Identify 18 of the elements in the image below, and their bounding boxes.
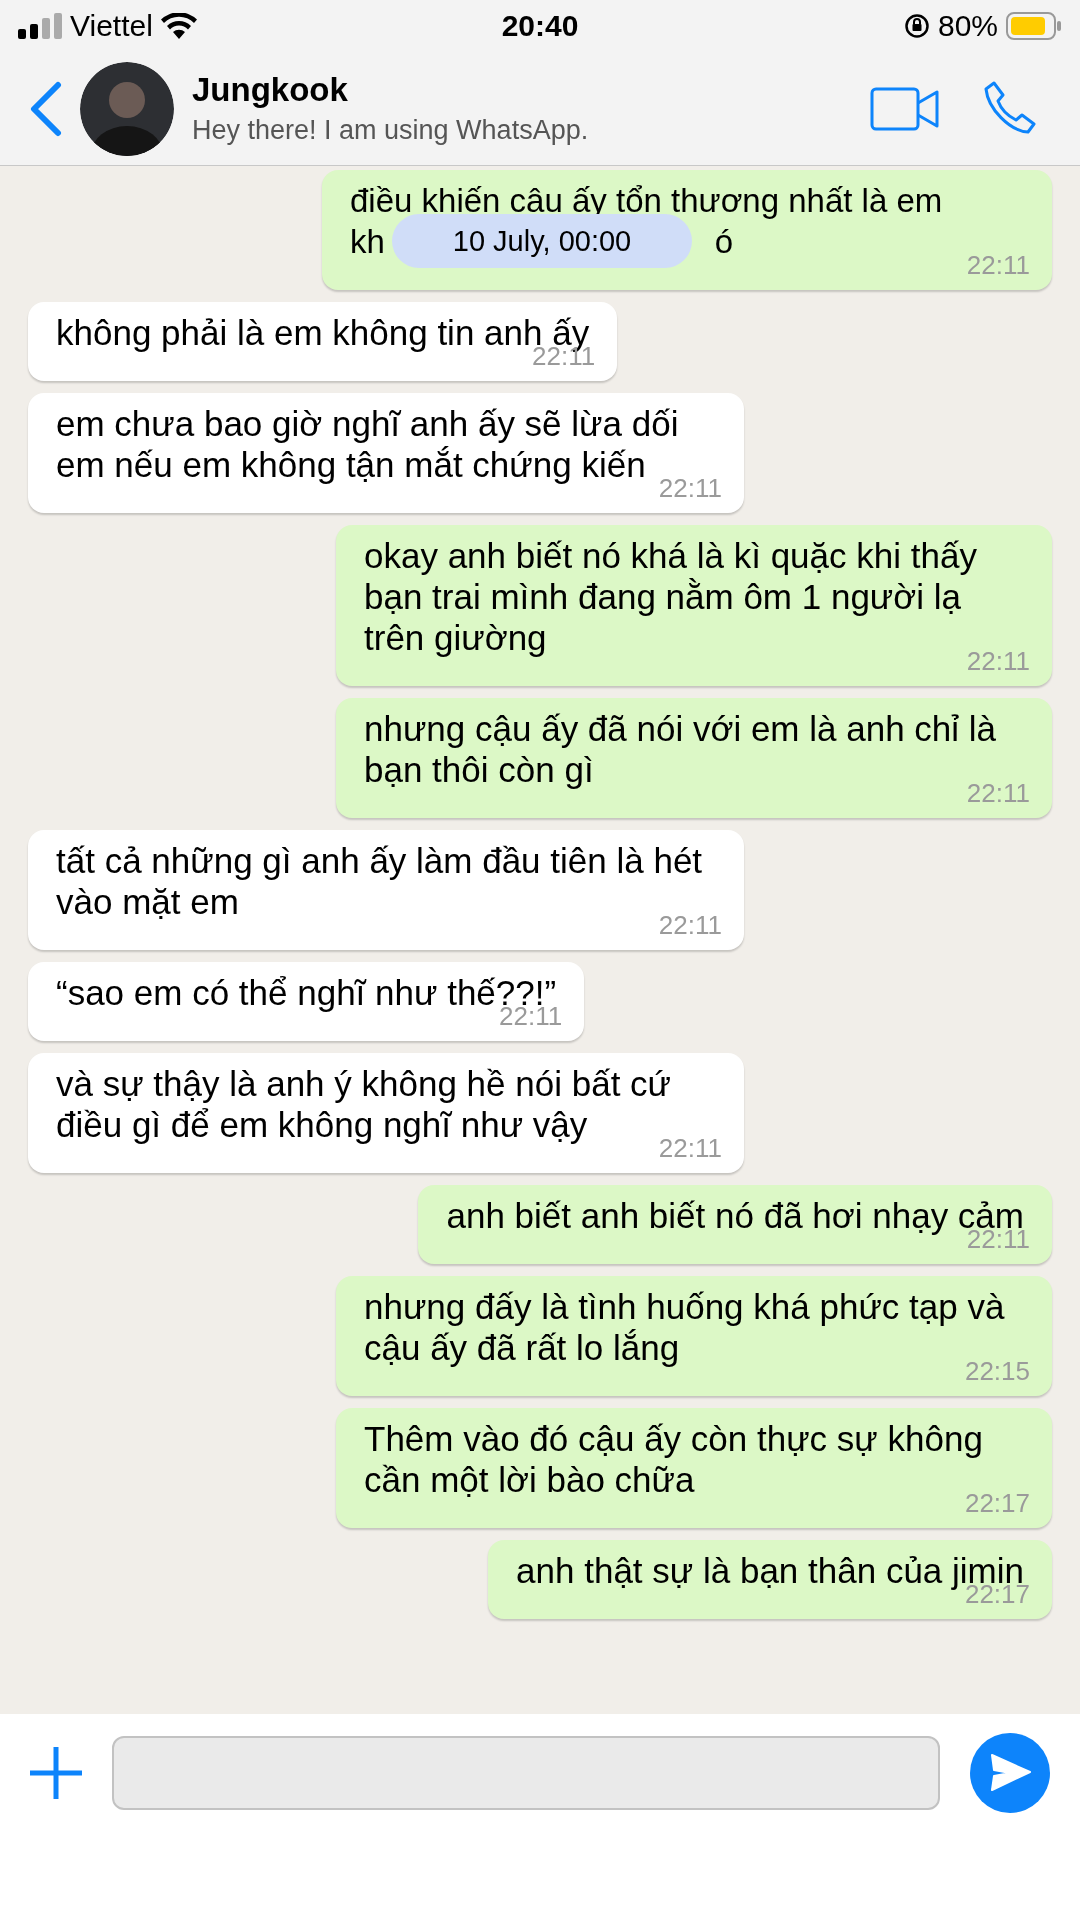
contact-status: Hey there! I am using WhatsApp.	[192, 115, 590, 146]
signal-icon	[18, 13, 62, 39]
date-chip: 10 July, 00:00	[392, 214, 692, 268]
add-icon[interactable]	[30, 1747, 82, 1799]
send-icon	[988, 1753, 1032, 1793]
rotation-lock-icon	[903, 13, 930, 39]
carrier-name: Viettel	[70, 9, 153, 43]
battery-percent: 80%	[937, 9, 998, 43]
message-time: 22:11	[966, 249, 1030, 282]
message-input[interactable]	[112, 1736, 940, 1810]
message-text: ó	[714, 222, 734, 262]
video-call-icon[interactable]	[870, 86, 940, 131]
contact-name: Jungkook	[192, 71, 349, 109]
clock-time: 20:40	[501, 9, 579, 43]
back-icon[interactable]	[28, 80, 62, 137]
battery-icon	[1006, 12, 1062, 40]
message-text: kh	[350, 222, 385, 262]
wifi-icon	[160, 13, 197, 39]
